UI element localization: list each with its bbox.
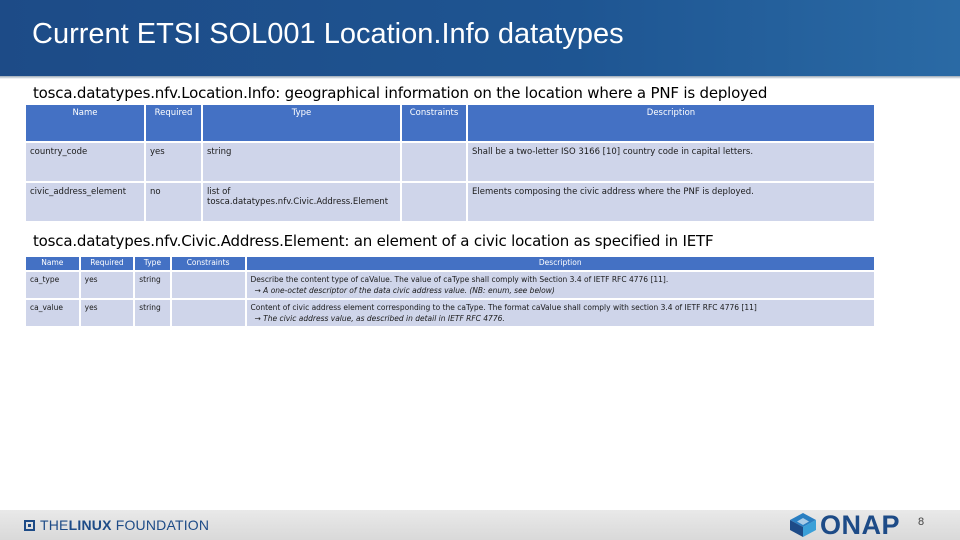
page-number: 8	[918, 516, 925, 528]
table-row: civic_address_element no list of tosca.d…	[26, 183, 874, 221]
title-divider	[0, 76, 960, 79]
description-note: → The civic address value, as described …	[254, 314, 505, 323]
column-header-required: Required	[80, 257, 134, 270]
column-header-name: Name	[26, 257, 79, 270]
column-header-constraints: Constraints	[402, 105, 466, 141]
cell-required: yes	[80, 272, 134, 298]
cell-description: Elements composing the civic address whe…	[468, 183, 874, 221]
table-row: country_code yes string Shall be a two-l…	[26, 143, 874, 181]
location-info-table: Name Required Type Constraints Descripti…	[24, 103, 876, 223]
onap-logo: ONAP	[788, 510, 901, 540]
logo-text-the: THE	[40, 517, 69, 533]
cell-type: string	[135, 272, 170, 298]
location-info-heading: tosca.datatypes.nfv.Location.Info: geogr…	[33, 84, 768, 102]
cell-required: yes	[146, 143, 201, 181]
onap-wordmark: ONAP	[820, 510, 901, 540]
cell-type: string	[203, 143, 400, 181]
linux-foundation-logo: THELINUX FOUNDATION	[24, 517, 209, 533]
civic-address-element-table: Name Required Type Constraints Descripti…	[24, 255, 876, 328]
table-header-row: Name Required Type Constraints Descripti…	[26, 257, 874, 270]
cell-constraints	[171, 272, 245, 298]
description-text: Content of civic address element corresp…	[250, 303, 757, 312]
cell-name: country_code	[26, 143, 144, 181]
logo-text-linux: LINUX	[68, 517, 112, 533]
description-note: → A one-octet descriptor of the data civ…	[254, 286, 555, 295]
linux-foundation-icon	[24, 519, 35, 531]
cell-name: ca_type	[26, 272, 79, 298]
cell-name: ca_value	[26, 300, 79, 326]
description-text: Describe the content type of caValue. Th…	[250, 275, 669, 284]
column-header-description: Description	[468, 105, 874, 141]
linux-foundation-wordmark: THELINUX FOUNDATION	[40, 517, 209, 533]
table-header-row: Name Required Type Constraints Descripti…	[26, 105, 874, 141]
onap-cube-icon	[790, 513, 816, 537]
cell-type: list of tosca.datatypes.nfv.Civic.Addres…	[203, 183, 400, 221]
cell-type: string	[135, 300, 170, 326]
cell-constraints	[402, 183, 466, 221]
column-header-description: Description	[246, 257, 874, 270]
cell-constraints	[402, 143, 466, 181]
page-title: Current ETSI SOL001 Location.Info dataty…	[32, 18, 624, 50]
cell-constraints	[171, 300, 245, 326]
column-header-type: Type	[135, 257, 170, 270]
column-header-name: Name	[26, 105, 144, 141]
cell-required: yes	[80, 300, 134, 326]
title-bar: Current ETSI SOL001 Location.Info dataty…	[0, 0, 960, 76]
cell-name: civic_address_element	[26, 183, 144, 221]
table-row: ca_value yes string Content of civic add…	[26, 300, 874, 326]
cell-description: Describe the content type of caValue. Th…	[246, 272, 874, 298]
cell-description: Content of civic address element corresp…	[246, 300, 874, 326]
column-header-type: Type	[203, 105, 400, 141]
cell-description: Shall be a two-letter ISO 3166 [10] coun…	[468, 143, 874, 181]
logo-text-foundation: FOUNDATION	[111, 517, 210, 533]
cell-required: no	[146, 183, 201, 221]
column-header-required: Required	[146, 105, 201, 141]
table-row: ca_type yes string Describe the content …	[26, 272, 874, 298]
civic-address-element-heading: tosca.datatypes.nfv.Civic.Address.Elemen…	[33, 232, 714, 250]
column-header-constraints: Constraints	[171, 257, 245, 270]
